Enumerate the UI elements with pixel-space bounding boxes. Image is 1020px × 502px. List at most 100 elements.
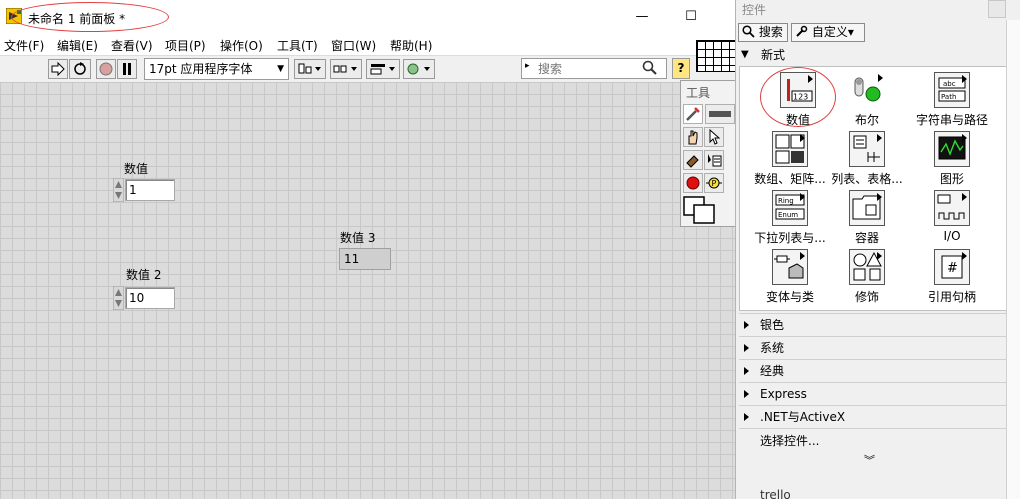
palette-item-decoration-label: 修饰 — [854, 290, 879, 304]
menu-tools[interactable]: 工具(T) — [277, 37, 318, 54]
palette-item-io[interactable]: I/O — [908, 190, 996, 243]
palette-item-container[interactable]: 容器 — [823, 190, 911, 246]
pause-button[interactable] — [117, 59, 137, 79]
menu-project[interactable]: 项目(P) — [165, 37, 206, 54]
menu-view[interactable]: 查看(V) — [111, 37, 153, 54]
title-annotation-ellipse — [11, 2, 169, 32]
submenu-arrow-icon — [800, 252, 805, 260]
run-arrow-icon — [51, 61, 65, 77]
pause-icon — [123, 63, 131, 75]
tool-slot[interactable] — [705, 104, 735, 124]
breakpoint-icon — [686, 176, 700, 190]
breakpoint-tool-button[interactable] — [683, 173, 703, 193]
run-continuous-icon — [74, 62, 86, 75]
submenu-arrow-icon — [800, 193, 805, 201]
container-icon — [849, 190, 885, 226]
probe-tool-button[interactable]: P — [704, 173, 724, 193]
submenu-arrow-icon — [962, 252, 967, 260]
submenu-arrow-icon — [877, 252, 882, 260]
submenu-arrow-icon — [962, 134, 967, 142]
palette-pin-button[interactable] — [988, 0, 1006, 18]
run-continuously-button[interactable] — [69, 59, 91, 79]
search-box[interactable]: ▸ — [521, 58, 667, 79]
menu-file[interactable]: 文件(F) — [4, 37, 44, 54]
palette-section-express-label: Express — [760, 387, 807, 401]
tools-palette-title: 工具 — [686, 86, 711, 100]
palette-section-dotnet-activex[interactable]: .NET与ActiveX — [739, 405, 1007, 428]
font-select[interactable]: 17pt 应用程序字体 ▼ — [144, 58, 289, 80]
palette-item-graph[interactable]: 图形 — [908, 131, 996, 187]
palette-item-decoration[interactable]: 修饰 — [823, 249, 911, 305]
numeric-control-1-label[interactable]: 数值 — [124, 160, 148, 177]
search-icon[interactable] — [642, 60, 658, 76]
palette-search-button[interactable]: 搜索 — [738, 23, 788, 42]
resize-objects-button[interactable] — [366, 59, 400, 79]
position-tool-button[interactable] — [704, 127, 724, 147]
chevron-double-down-icon[interactable]: ︾ — [864, 452, 875, 468]
palette-section-silver[interactable]: 银色 — [739, 313, 1007, 336]
triangle-right-icon — [744, 344, 749, 352]
ring-icon-top-text: Ring — [778, 197, 794, 205]
bar-icon — [709, 111, 731, 117]
palette-item-string-path[interactable]: abc Path 字符串与路径 — [908, 72, 996, 128]
maximize-button[interactable]: ☐ — [681, 8, 701, 26]
palette-section-modern[interactable]: ▼ 新式 — [739, 45, 1007, 65]
palette-divider — [739, 428, 1007, 430]
numeric-indicator-label[interactable]: 数值 3 — [340, 229, 375, 246]
background-window-text: trello — [760, 488, 791, 502]
menu-window[interactable]: 窗口(W) — [331, 37, 376, 54]
front-panel-canvas[interactable] — [0, 82, 735, 499]
triangle-right-icon — [744, 321, 749, 329]
palette-item-container-label: 容器 — [854, 231, 879, 245]
menu-help[interactable]: 帮助(H) — [390, 37, 432, 54]
palette-item-list-table-label: 列表、表格... — [831, 172, 903, 186]
distribute-objects-button[interactable] — [330, 59, 362, 79]
menu-operate[interactable]: 操作(O) — [220, 37, 263, 54]
color-swatch-icon — [683, 196, 715, 224]
align-objects-button[interactable] — [294, 59, 326, 79]
auto-tool-button[interactable] — [683, 104, 703, 124]
minimize-button[interactable]: — — [632, 8, 652, 26]
triangle-right-icon — [744, 413, 749, 421]
run-button[interactable] — [48, 59, 68, 79]
context-help-button[interactable]: ? — [672, 58, 690, 79]
palette-item-refnum[interactable]: # 引用句柄 — [908, 249, 996, 305]
palette-section-express[interactable]: Express — [739, 382, 1007, 405]
palette-item-boolean[interactable]: 布尔 — [823, 72, 911, 128]
palette-section-classic[interactable]: 经典 — [739, 359, 1007, 382]
submenu-arrow-icon — [877, 193, 882, 201]
search-input[interactable] — [536, 61, 640, 77]
probe-icon: P — [706, 177, 722, 189]
controls-palette-title: 控件 — [742, 3, 767, 17]
refnum-icon-text: # — [947, 261, 958, 276]
list-table-icon — [849, 131, 885, 167]
operate-tool-button[interactable] — [683, 127, 703, 147]
distribute-icon — [333, 65, 357, 73]
refnum-icon: # — [934, 249, 970, 285]
triangle-down-icon: ▼ — [741, 49, 749, 60]
palette-search-label: 搜索 — [758, 25, 783, 39]
palette-item-list-table[interactable]: 列表、表格... — [823, 131, 911, 187]
numeric-control-2[interactable]: 10 — [125, 287, 175, 309]
palette-item-boolean-label: 布尔 — [854, 113, 879, 127]
shortcut-menu-tool-button[interactable] — [704, 150, 724, 170]
wiring-tool-button[interactable] — [683, 150, 703, 170]
search-icon — [742, 25, 755, 38]
abort-button[interactable] — [96, 59, 116, 79]
menu-edit[interactable]: 编辑(E) — [57, 37, 98, 54]
submenu-arrow-icon — [877, 134, 882, 142]
reorder-button[interactable] — [403, 59, 435, 79]
numeric-control-2-label[interactable]: 数值 2 — [126, 266, 161, 283]
reorder-icon — [407, 63, 430, 75]
increment-decrement-icon[interactable] — [113, 178, 124, 202]
select-controls-link[interactable]: 选择控件... — [760, 432, 819, 449]
submenu-arrow-icon — [962, 75, 967, 83]
submenu-arrow-icon — [878, 74, 883, 82]
numeric-indicator[interactable]: 11 — [339, 248, 391, 270]
set-color-tool[interactable] — [682, 195, 720, 225]
palette-customize-label: 自定义▾ — [811, 25, 854, 39]
palette-section-system[interactable]: 系统 — [739, 336, 1007, 359]
palette-customize-button[interactable]: 自定义▾ — [791, 23, 865, 42]
increment-decrement-icon[interactable] — [113, 286, 124, 310]
numeric-control-1[interactable]: 1 — [125, 179, 175, 201]
